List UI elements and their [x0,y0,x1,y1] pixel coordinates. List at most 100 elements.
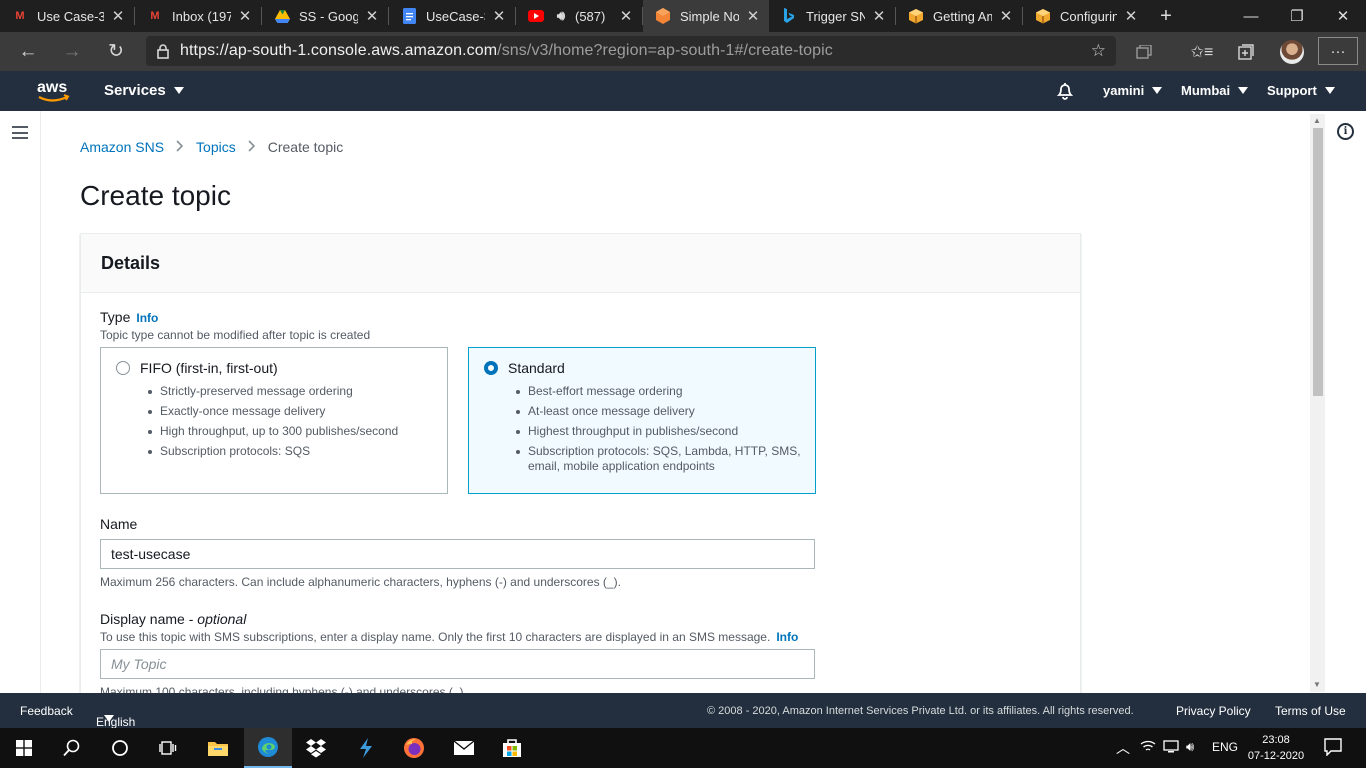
windows-start-icon[interactable] [0,728,48,768]
forward-icon[interactable]: → [54,32,90,71]
system-clock[interactable]: 23:08 07-12-2020 [1240,732,1312,764]
display-name-input[interactable]: My Topic [100,649,815,679]
collections-add-icon[interactable] [1230,32,1262,71]
browser-tab[interactable]: Getting Am ✕ [896,0,1022,32]
youtube-icon [528,8,544,24]
standard-radio[interactable] [484,361,498,375]
favorites-icon[interactable]: ✩≡ [1186,32,1218,71]
scroll-down-icon[interactable]: ▼ [1313,680,1321,689]
close-icon[interactable]: ✕ [491,7,507,25]
support-label: Support [1267,83,1317,98]
close-icon[interactable]: ✕ [364,7,380,25]
fifo-features: Strictly-preserved message ordering Exac… [148,384,436,464]
standard-features: Best-effort message ordering At-least on… [516,384,804,479]
new-tab-icon[interactable]: + [1151,5,1181,28]
display-icon[interactable] [1163,740,1179,756]
browser-tab[interactable]: SS - Google ✕ [262,0,388,32]
fifo-title: FIFO (first-in, first-out) [140,360,278,376]
visual-studio-code-icon[interactable] [342,728,390,768]
fifo-type-option[interactable]: FIFO (first-in, first-out) Strictly-pres… [100,347,448,494]
caret-down-icon [1324,87,1335,95]
menu-hamburger-icon[interactable] [12,126,28,139]
refresh-icon[interactable]: ↻ [98,32,134,71]
store-icon[interactable] [488,728,536,768]
speaker-icon[interactable]: 🔊︎ [553,8,569,24]
breadcrumb-current: Create topic [267,139,344,155]
close-icon[interactable]: ✕ [871,7,887,25]
settings-more-icon[interactable]: ··· [1318,37,1358,65]
close-icon[interactable]: ✕ [1123,7,1139,25]
info-panel-icon[interactable]: i [1337,123,1354,140]
page-scrollbar[interactable]: ▲ ▼ [1310,114,1325,692]
chevron-up-icon[interactable]: ︿ [1116,738,1130,758]
breadcrumb-topics[interactable]: Topics [196,139,236,155]
browser-tab[interactable]: M Inbox (197) ✕ [135,0,261,32]
account-label: yamini [1103,83,1145,98]
close-icon[interactable]: ✕ [110,7,126,25]
services-menu[interactable]: Services [104,82,184,99]
name-input[interactable]: test-usecase [100,539,815,569]
breadcrumb: Amazon SNS Topics Create topic [80,139,343,155]
close-icon[interactable]: ✕ [998,7,1014,25]
browser-tab[interactable]: Trigger SNS ✕ [769,0,895,32]
bell-icon[interactable] [1055,81,1075,101]
scroll-up-icon[interactable]: ▲ [1313,116,1321,125]
account-menu[interactable]: yamini [1103,83,1163,98]
breadcrumb-amazon-sns[interactable]: Amazon SNS [80,139,164,155]
privacy-policy-link[interactable]: Privacy Policy [1176,704,1251,718]
browser-tab[interactable]: UseCase-3 ✕ [389,0,515,32]
browser-tab-active[interactable]: Simple Not ✕ [643,0,769,32]
google-docs-icon [401,8,417,24]
region-menu[interactable]: Mumbai [1181,83,1249,98]
language-indicator[interactable]: ENG [1212,740,1238,754]
clock-date: 07-12-2020 [1247,750,1305,762]
close-icon[interactable]: ✕ [745,7,761,25]
close-icon[interactable]: ✕ [618,7,634,25]
standard-title: Standard [508,360,565,376]
dropbox-icon[interactable] [292,728,340,768]
details-heading: Details [81,234,1080,293]
fifo-radio[interactable] [116,361,130,375]
mail-icon[interactable] [440,728,488,768]
notifications-icon[interactable] [1324,738,1342,759]
wifi-icon[interactable] [1140,739,1156,756]
feedback-link[interactable]: Feedback [20,704,73,718]
standard-type-option[interactable]: Standard Best-effort message ordering At… [468,347,816,494]
tab-title: (587) [575,8,606,24]
browser-tab[interactable]: Configuring ✕ [1023,0,1147,32]
profile-avatar[interactable] [1276,32,1308,71]
cortana-icon[interactable] [96,728,144,768]
browser-tab[interactable]: M Use Case-3 ✕ [0,0,134,32]
browser-tab[interactable]: 🔊︎ (587) ✕ [516,0,642,32]
tab-title: Getting Am [933,8,992,24]
display-name-info-link[interactable]: Info [776,630,798,644]
list-item: High throughput, up to 300 publishes/sec… [148,424,436,439]
favorite-star-icon[interactable]: ☆ [1091,41,1106,61]
list-item: Highest throughput in publishes/second [516,424,804,439]
chevron-right-icon [176,139,184,155]
window-close-icon[interactable]: ✕ [1320,0,1366,32]
type-info-link[interactable]: Info [136,311,158,325]
restore-icon[interactable]: ❐ [1274,0,1320,32]
task-view-icon[interactable] [144,728,192,768]
edge-browser-icon[interactable] [244,728,292,768]
aws-logo-icon[interactable]: aws [35,77,75,105]
display-name-hint-text: To use this topic with SMS subscriptions… [100,630,771,644]
firefox-icon[interactable] [390,728,438,768]
volume-icon[interactable]: 🔊︎ [1186,739,1194,755]
file-explorer-icon[interactable] [194,728,242,768]
caret-down-icon [1152,87,1163,95]
close-icon[interactable]: ✕ [237,7,253,25]
type-hint: Topic type cannot be modified after topi… [100,328,371,342]
support-menu[interactable]: Support [1267,83,1335,98]
search-icon[interactable] [48,728,96,768]
lock-icon[interactable] [146,43,180,59]
scrollbar-thumb[interactable] [1313,128,1323,396]
minimize-icon[interactable]: — [1228,0,1274,32]
collections-icon[interactable] [1128,32,1160,71]
google-drive-icon [274,8,290,24]
back-icon[interactable]: ← [10,32,46,71]
page-title: Create topic [80,180,231,211]
address-bar[interactable]: https://ap-south-1.console.aws.amazon.co… [146,36,1116,66]
terms-of-use-link[interactable]: Terms of Use [1275,704,1346,718]
